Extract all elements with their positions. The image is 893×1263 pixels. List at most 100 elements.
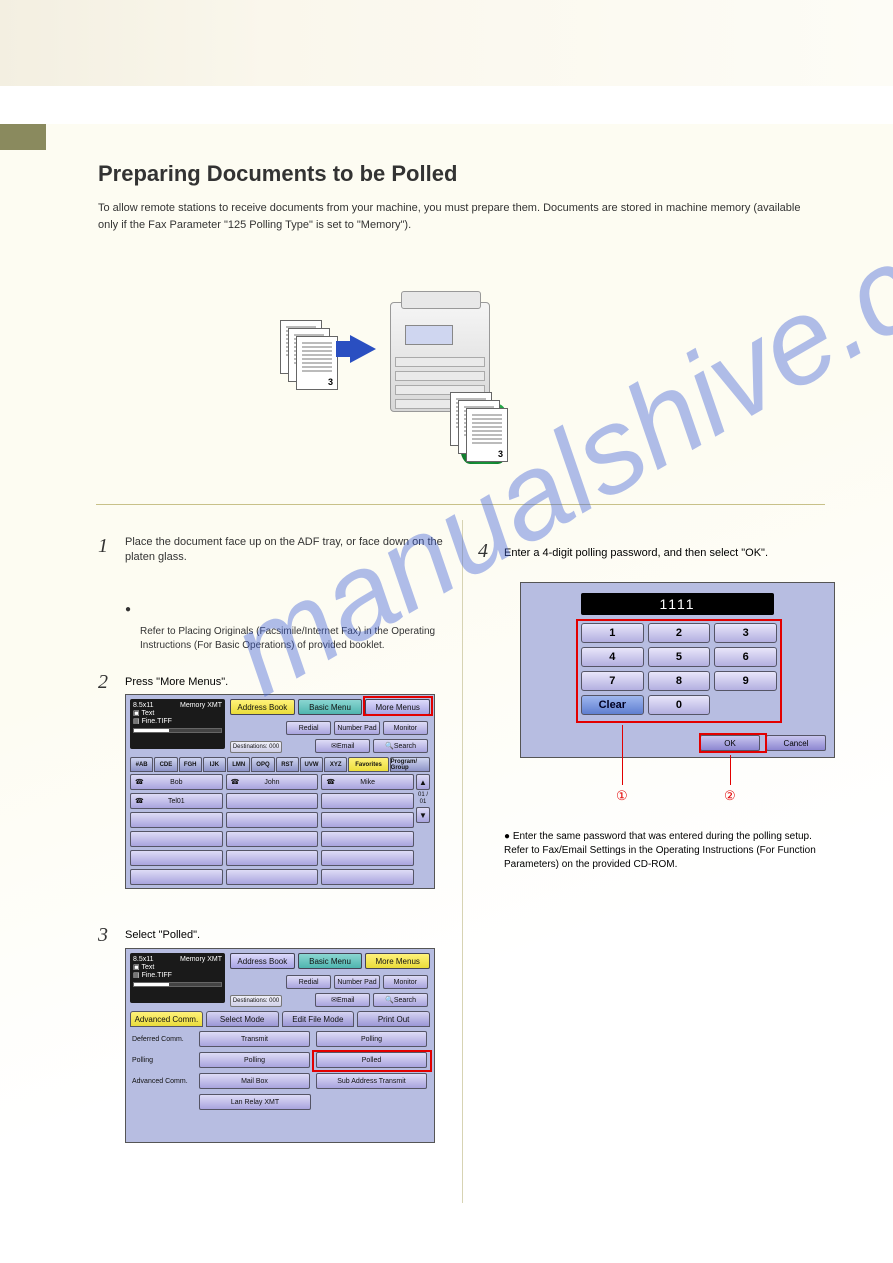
redial-button[interactable]: Redial (286, 975, 331, 989)
lead-paragraph: To allow remote stations to receive docu… (98, 200, 823, 233)
scroll-down-button[interactable]: ▼ (416, 807, 430, 823)
callout-2: ② (724, 788, 736, 804)
number-pad-button[interactable]: Number Pad (334, 721, 379, 735)
contact-cell[interactable]: ☎Mike (321, 774, 414, 790)
tab-select-mode[interactable]: Select Mode (206, 1011, 279, 1027)
polled-button[interactable]: Polled (316, 1052, 427, 1068)
contact-cell[interactable]: ☎Tel01 (130, 793, 223, 809)
monitor-button[interactable]: Monitor (383, 975, 428, 989)
contact-cell-empty[interactable] (321, 812, 414, 828)
status-box: 8.5x11Memory XMT ▣ Text ▤ Fine.TIFF (130, 953, 225, 1003)
column-divider (462, 520, 463, 1203)
numkey-1[interactable]: 1 (581, 623, 644, 643)
lan-relay-xmt-button[interactable]: Lan Relay XMT (199, 1094, 311, 1110)
step-number: 4 (478, 540, 488, 563)
contact-cell-empty[interactable] (130, 850, 223, 866)
tab-print-out[interactable]: Print Out (357, 1011, 430, 1027)
contact-cell[interactable]: ☎Bob (130, 774, 223, 790)
sub-address-transmit-button[interactable]: Sub Address Transmit (316, 1073, 427, 1089)
contact-cell-empty[interactable] (226, 831, 319, 847)
numkey-0[interactable]: 0 (648, 695, 711, 715)
contact-cell[interactable]: ☎John (226, 774, 319, 790)
divider (96, 504, 825, 505)
contact-cell-empty[interactable] (226, 869, 319, 885)
numkey-clear[interactable]: Clear (581, 695, 644, 715)
doc-page: 3 (296, 336, 338, 390)
contact-cell-empty[interactable] (321, 793, 414, 809)
alpha-tab[interactable]: IJK (203, 757, 226, 772)
numkey-7[interactable]: 7 (581, 671, 644, 691)
alpha-tab[interactable]: #AB (130, 757, 153, 772)
alpha-tab[interactable]: RST (276, 757, 299, 772)
redial-button[interactable]: Redial (286, 721, 331, 735)
number-pad-button[interactable]: Number Pad (334, 975, 379, 989)
fax-main-screen: 8.5x11Memory XMT ▣ Text ▤ Fine.TIFF Dest… (125, 694, 435, 889)
contact-cell-empty[interactable] (321, 831, 414, 847)
contact-cell-empty[interactable] (226, 812, 319, 828)
contact-cell-empty[interactable] (226, 793, 319, 809)
alpha-tab[interactable]: XYZ (324, 757, 347, 772)
step1-text: Place the document face up on the ADF tr… (125, 535, 443, 566)
alpha-tab-program[interactable]: Program/ Group (390, 757, 430, 772)
password-display: 1111 (581, 593, 774, 615)
numkey-3[interactable]: 3 (714, 623, 777, 643)
more-menus-screen: 8.5x11Memory XMT ▣ Text ▤ Fine.TIFF Dest… (125, 948, 435, 1143)
step-number: 3 (98, 924, 108, 947)
contact-cell-empty[interactable] (130, 812, 223, 828)
contact-cell-empty[interactable] (130, 831, 223, 847)
status-box: 8.5x11Memory XMT ▣ Text ▤ Fine.TIFF (130, 699, 225, 749)
tab-more-menus[interactable]: More Menus (365, 699, 430, 715)
search-button[interactable]: 🔍 Search (373, 739, 428, 753)
tab-basic-menu[interactable]: Basic Menu (298, 953, 363, 969)
contact-cell-empty[interactable] (226, 850, 319, 866)
section-title: Preparing Documents to be Polled (98, 161, 457, 187)
step3-text: Select "Polled". (125, 929, 200, 941)
page-indicator: 01 / 01 (416, 792, 430, 805)
search-button[interactable]: 🔍 Search (373, 993, 428, 1007)
alpha-tab[interactable]: CDE (154, 757, 177, 772)
polling-button[interactable]: Polling (199, 1052, 310, 1068)
contact-cell-empty[interactable] (321, 869, 414, 885)
alpha-tab-favorites[interactable]: Favorites (348, 757, 388, 772)
tab-basic-menu[interactable]: Basic Menu (298, 699, 363, 715)
password-numpad-screen: 1111 1 2 3 4 5 6 7 8 9 Clear 0 OK Cancel (520, 582, 835, 758)
numkey-2[interactable]: 2 (648, 623, 711, 643)
polling-button[interactable]: Polling (316, 1031, 427, 1047)
tab-more-menus[interactable]: More Menus (365, 953, 430, 969)
alpha-tab[interactable]: LMN (227, 757, 250, 772)
note-text: ● Enter the same password that was enter… (504, 830, 823, 872)
tab-advanced-comm[interactable]: Advanced Comm. (130, 1011, 203, 1027)
callout-1: ① (616, 788, 628, 804)
alpha-tab[interactable]: FGH (179, 757, 202, 772)
numkey-6[interactable]: 6 (714, 647, 777, 667)
alpha-tab[interactable]: UVW (300, 757, 323, 772)
step-number: 2 (98, 671, 108, 694)
step1-ref: Refer to Placing Originals (Facsimile/In… (140, 625, 443, 653)
tab-address-book[interactable]: Address Book (230, 953, 295, 969)
cancel-button[interactable]: Cancel (766, 735, 826, 751)
ok-button[interactable]: OK (700, 735, 760, 751)
tab-edit-file-mode[interactable]: Edit File Mode (282, 1011, 355, 1027)
row-label: Deferred Comm. (130, 1036, 196, 1043)
row-label: Polling (130, 1057, 196, 1064)
callout-line (730, 755, 731, 785)
numkey-5[interactable]: 5 (648, 647, 711, 667)
email-button[interactable]: ✉ Email (315, 739, 370, 753)
numkey-9[interactable]: 9 (714, 671, 777, 691)
monitor-button[interactable]: Monitor (383, 721, 428, 735)
contact-cell-empty[interactable] (130, 869, 223, 885)
scroll-up-button[interactable]: ▲ (416, 774, 430, 790)
step4-text: Enter a 4-digit polling password, and th… (504, 546, 823, 562)
email-button[interactable]: ✉ Email (315, 993, 370, 1007)
contact-cell-empty[interactable] (321, 850, 414, 866)
transmit-button[interactable]: Transmit (199, 1031, 310, 1047)
destinations-count: Destinations: 000 (230, 995, 282, 1007)
alpha-tab[interactable]: OPQ (251, 757, 274, 772)
numkey-4[interactable]: 4 (581, 647, 644, 667)
step-number: 1 (98, 535, 108, 558)
numkey-8[interactable]: 8 (648, 671, 711, 691)
destinations-count: Destinations: 000 (230, 741, 282, 753)
doc-page: 3 (466, 408, 508, 462)
mailbox-button[interactable]: Mail Box (199, 1073, 310, 1089)
tab-address-book[interactable]: Address Book (230, 699, 295, 715)
